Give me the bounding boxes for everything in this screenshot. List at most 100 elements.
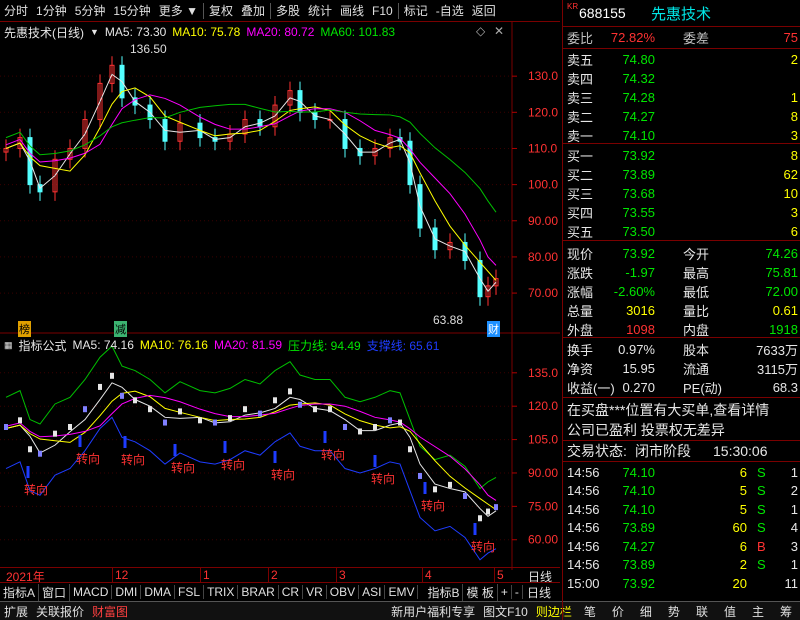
toolbar-item[interactable]: F10	[368, 4, 397, 18]
bottom-left-item[interactable]: 关联报价	[32, 603, 88, 620]
ask-row[interactable]: 卖五 74.80 2	[563, 50, 800, 68]
tick-row[interactable]: 15:00 73.92 20 11	[563, 574, 800, 592]
indicator-tab[interactable]: 指标B	[424, 583, 464, 601]
stat-label: 换手	[567, 342, 594, 358]
tick-time: 15:00	[567, 575, 600, 591]
quote-value: 73.92	[622, 245, 655, 261]
toolbar-item[interactable]: 5分钟	[71, 2, 110, 19]
period-label[interactable]: 日线	[524, 584, 554, 601]
ma5-line	[5, 73, 497, 293]
sub-bar	[373, 424, 377, 430]
finance-badge[interactable]: 财	[487, 321, 500, 337]
ask-price: 74.10	[622, 127, 655, 143]
date-label: 5	[494, 568, 504, 582]
ask-volume: 2	[790, 51, 798, 67]
tick-row[interactable]: 14:56 73.89 2 S 1	[563, 556, 800, 574]
indicator-tab[interactable]: ASI	[359, 585, 386, 599]
ask-row[interactable]: 卖四 74.32	[563, 69, 800, 87]
indicator-tab[interactable]: DMI	[112, 585, 142, 599]
sub-bar	[358, 428, 362, 435]
stat-row[interactable]: 净资 15.95 流通 3115万	[563, 359, 800, 377]
chart-toolbar: 分时 1分钟 5分钟 15分钟 更多 ▼ 复权 叠加 多股 统计 画线 F10 标记 -自选 返回	[0, 0, 560, 22]
indicator-tab[interactable]: 模 板	[463, 583, 498, 601]
bid-row[interactable]: 买三 73.68 10	[563, 184, 800, 202]
indicator-tab[interactable]: CR	[279, 585, 304, 599]
indicator-tab[interactable]: MACD	[70, 585, 113, 599]
toolbar-item[interactable]: 统计	[304, 2, 336, 19]
market-prefix: KR	[567, 2, 579, 11]
toolbar-item[interactable]: 15分钟	[109, 2, 154, 19]
bid-row[interactable]: 买五 73.50 6	[563, 222, 800, 240]
quote-value: 1918	[769, 321, 798, 337]
tick-time: 14:56	[567, 538, 600, 554]
kline-chart-svg[interactable]: 130.0 120.0 110.0 100.0 90.00 80.00 70.00 135.0…	[0, 22, 560, 570]
indicator-tab[interactable]: FSL	[175, 585, 205, 599]
tick-row[interactable]: 14:56 74.10 5 S 2	[563, 482, 800, 500]
grid-icon[interactable]: ▦	[4, 340, 13, 351]
quote-row[interactable]: 外盘 1098 内盘 1918	[563, 320, 800, 338]
bottom-left-item[interactable]: 扩展	[0, 603, 32, 620]
tick-price: 73.92	[622, 575, 655, 591]
toolbar-item[interactable]: 叠加	[237, 2, 269, 19]
tick-row[interactable]: 14:56 74.10 5 S 1	[563, 500, 800, 518]
ask-row[interactable]: 卖三 74.28 1	[563, 88, 800, 106]
tick-row[interactable]: 14:56 73.89 60 S 4	[563, 519, 800, 537]
indicator-tab[interactable]: EMV	[385, 585, 419, 599]
toolbar-item[interactable]: 1分钟	[32, 2, 71, 19]
diamond-icon[interactable]: ◇	[476, 24, 485, 38]
bid-price: 73.55	[622, 204, 655, 220]
quote-row[interactable]: 现价 73.92 今开 74.26	[563, 244, 800, 262]
stat-row[interactable]: 收益(一) 0.270 PE(动) 68.3	[563, 378, 800, 396]
news-item[interactable]: 在买盘***位置有大买单,查看详情	[563, 400, 800, 420]
tick-price: 74.27	[622, 538, 655, 554]
bottom-left-item[interactable]: 财富图	[88, 603, 132, 620]
turn-signal-label: 转向	[76, 451, 100, 466]
indicator-tab[interactable]: VR	[303, 585, 327, 599]
ask-row[interactable]: 卖一 74.10 3	[563, 126, 800, 144]
bottom-middle-item[interactable]: 新用户福利专享	[387, 603, 479, 620]
toolbar-item[interactable]: -自选	[432, 2, 468, 19]
toolbar-item[interactable]: 标记	[400, 2, 432, 19]
toolbar-item[interactable]: 分时	[0, 2, 32, 19]
quote-row[interactable]: 总量 3016 量比 0.61	[563, 301, 800, 319]
quote-row[interactable]: 涨幅 -2.60% 最低 72.00	[563, 282, 800, 300]
close-icon[interactable]: ✕	[494, 24, 504, 38]
bottom-middle-item[interactable]: 图文F10	[479, 603, 532, 620]
chevron-down-icon[interactable]: ▼	[90, 27, 99, 37]
bid-row[interactable]: 买四 73.55 3	[563, 203, 800, 221]
toolbar-item[interactable]: 画线	[336, 2, 368, 19]
indicator-tab[interactable]: 窗口	[39, 583, 71, 601]
bid-row[interactable]: 买二 73.89 62	[563, 165, 800, 183]
quote-label: 现价	[567, 246, 594, 262]
quote-label: 内盘	[683, 322, 710, 338]
indicator-tab[interactable]: DMA	[141, 585, 176, 599]
tick-row[interactable]: 14:56 74.10 6 S 1	[563, 463, 800, 481]
quote-value: 72.00	[765, 283, 798, 299]
stat-row[interactable]: 换手 0.97% 股本 7633万	[563, 340, 800, 358]
indicator-tab[interactable]: BRAR	[238, 585, 279, 599]
ask-label: 卖二	[567, 109, 594, 125]
indicator-tab[interactable]: TRIX	[204, 585, 239, 599]
low-price-label: 63.88	[433, 313, 464, 327]
quote-row[interactable]: 涨跌 -1.97 最高 75.81	[563, 263, 800, 281]
sub-bar	[418, 472, 422, 479]
sub-bar	[463, 493, 467, 499]
toolbar-item[interactable]: 多股	[272, 2, 304, 19]
toolbar-item[interactable]: 返回	[468, 2, 500, 19]
tick-volume: 5	[739, 501, 747, 517]
price-tick-label: 100.0	[528, 178, 558, 192]
indicator-tab[interactable]: OBV	[327, 585, 360, 599]
chart-area: 130.0 120.0 110.0 100.0 90.00 80.00 70.00 135.0…	[0, 22, 560, 570]
indicator-tab[interactable]: -	[512, 585, 523, 599]
tick-side: S	[757, 464, 766, 480]
ask-row[interactable]: 卖二 74.27 8	[563, 107, 800, 125]
toolbar-item[interactable]: 更多 ▼	[155, 2, 202, 19]
news-item[interactable]: 公司已盈利 投票权无差异	[563, 420, 800, 440]
indicator-tab[interactable]: +	[498, 585, 512, 599]
indicator-tab[interactable]: 指标A	[0, 583, 40, 601]
sub-bar	[228, 415, 232, 422]
tick-row[interactable]: 14:56 74.27 6 B 3	[563, 537, 800, 555]
bid-row[interactable]: 买一 73.92 8	[563, 146, 800, 164]
toolbar-item[interactable]: 复权	[205, 2, 237, 19]
sub-bar	[486, 508, 490, 515]
